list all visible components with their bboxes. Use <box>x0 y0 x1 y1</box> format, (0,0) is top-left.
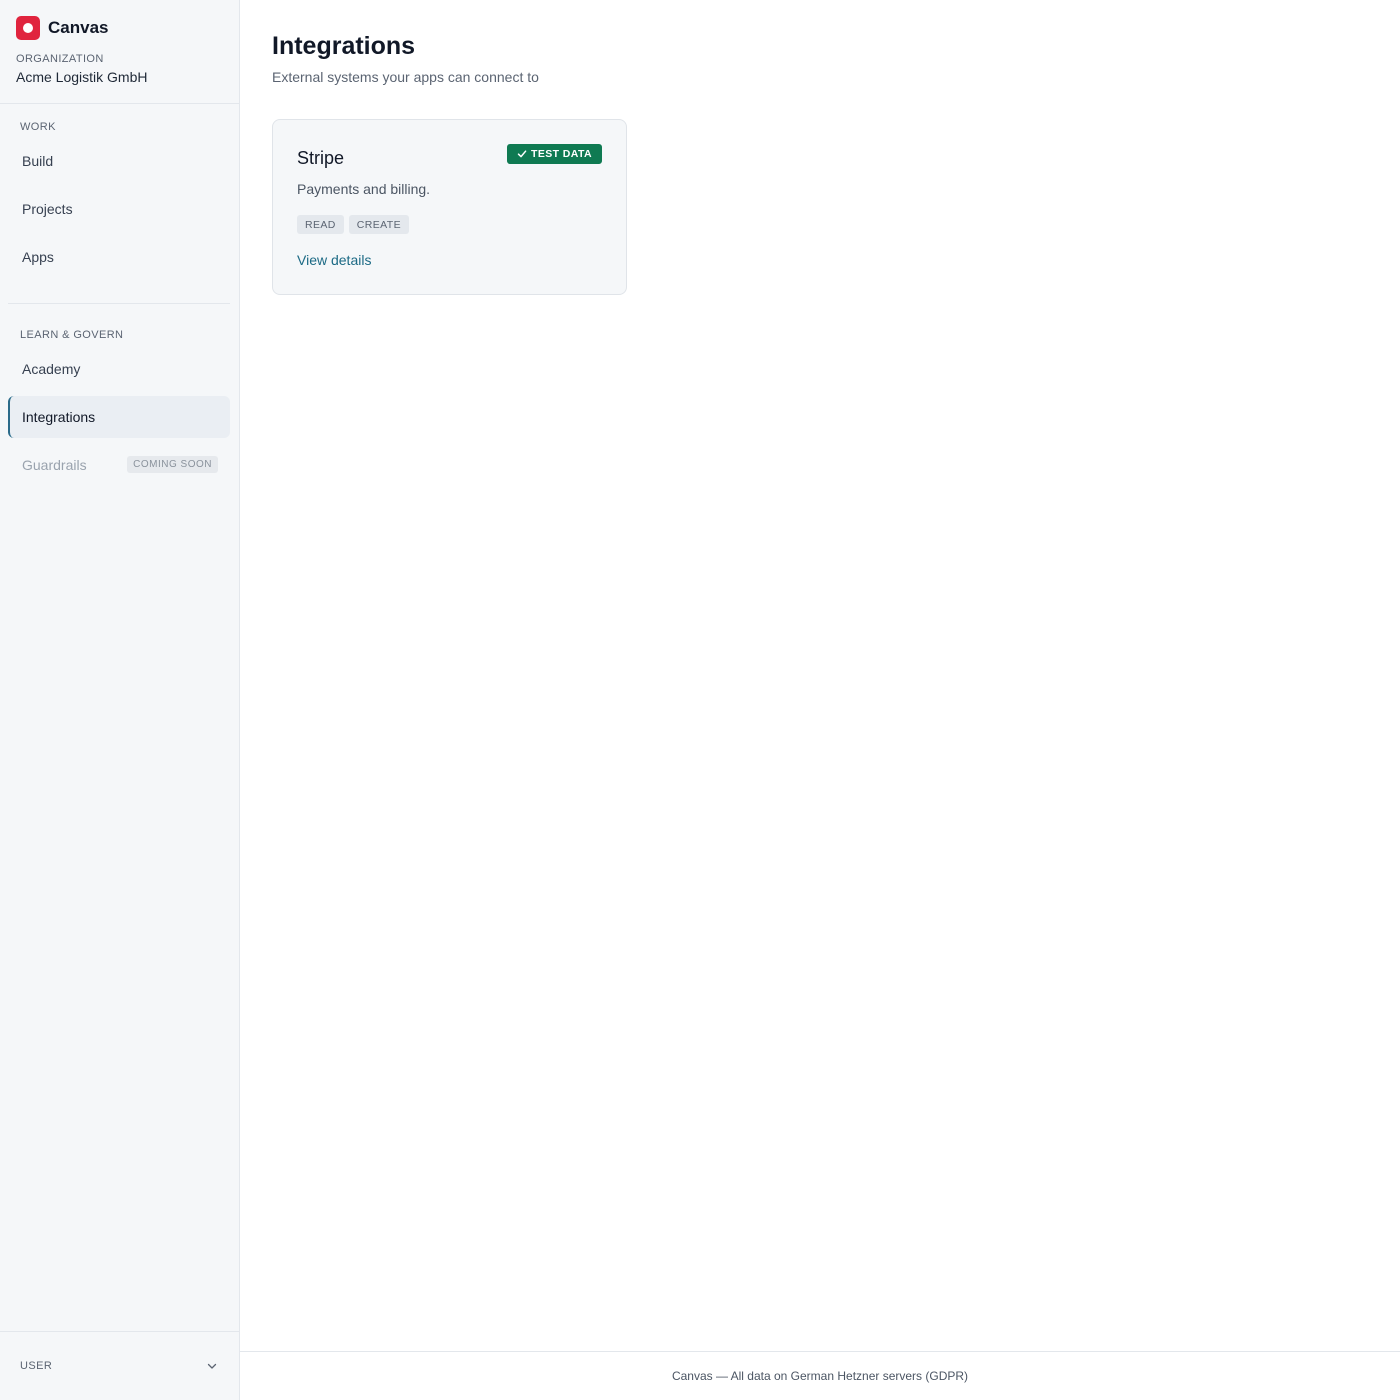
coming-soon-badge: COMING SOON <box>127 456 218 473</box>
chevron-down-icon <box>207 1363 217 1369</box>
permission-tags: READ CREATE <box>297 215 409 234</box>
permission-tag-create: CREATE <box>348 215 409 234</box>
user-label: USER <box>20 1360 53 1372</box>
sidebar-item-apps[interactable]: Apps <box>8 236 230 278</box>
sidebar-item-integrations[interactable]: Integrations <box>8 396 230 438</box>
brand[interactable]: Canvas <box>16 16 108 40</box>
badge-label: TEST DATA <box>531 148 592 160</box>
check-icon <box>517 150 527 158</box>
sidebar-item-label: Apps <box>22 249 54 265</box>
divider <box>0 103 239 104</box>
app-name: Canvas <box>48 18 109 37</box>
test-data-badge: TEST DATA <box>507 144 602 164</box>
sidebar-item-label: Guardrails <box>22 457 87 473</box>
view-details-link[interactable]: View details <box>297 252 371 268</box>
organization-label: ORGANIZATION <box>16 53 104 65</box>
user-menu[interactable]: USER <box>8 1346 230 1386</box>
integration-card-title: Stripe <box>297 148 345 168</box>
footer: Canvas — All data on German Hetzner serv… <box>240 1351 1400 1400</box>
divider <box>8 303 230 304</box>
page-subtitle: External systems your apps can connect t… <box>272 69 539 85</box>
sidebar-item-academy[interactable]: Academy <box>8 348 230 390</box>
page-title: Integrations <box>272 32 416 60</box>
organization-name: Acme Logistik GmbH <box>16 69 148 85</box>
sidebar-item-label: Projects <box>22 201 73 217</box>
sidebar-item-guardrails: Guardrails COMING SOON <box>8 444 230 486</box>
divider <box>0 1331 239 1332</box>
sidebar-item-label: Integrations <box>22 409 96 425</box>
section-label-learn-govern: LEARN & GOVERN <box>20 329 124 341</box>
sidebar-item-projects[interactable]: Projects <box>8 188 230 230</box>
canvas-logo-icon <box>16 16 40 40</box>
sidebar-item-label: Build <box>22 153 54 169</box>
integration-card-description: Payments and billing. <box>297 181 431 197</box>
sidebar-item-build[interactable]: Build <box>8 140 230 182</box>
section-label-work: WORK <box>20 121 56 133</box>
permission-tag-read: READ <box>297 215 344 234</box>
sidebar: Canvas ORGANIZATION Acme Logistik GmbH W… <box>0 0 240 1400</box>
sidebar-item-label: Academy <box>22 361 81 377</box>
footer-text: Canvas — All data on German Hetzner serv… <box>671 1369 969 1383</box>
integration-card-stripe: Stripe TEST DATA Payments and billing. R… <box>272 119 627 295</box>
